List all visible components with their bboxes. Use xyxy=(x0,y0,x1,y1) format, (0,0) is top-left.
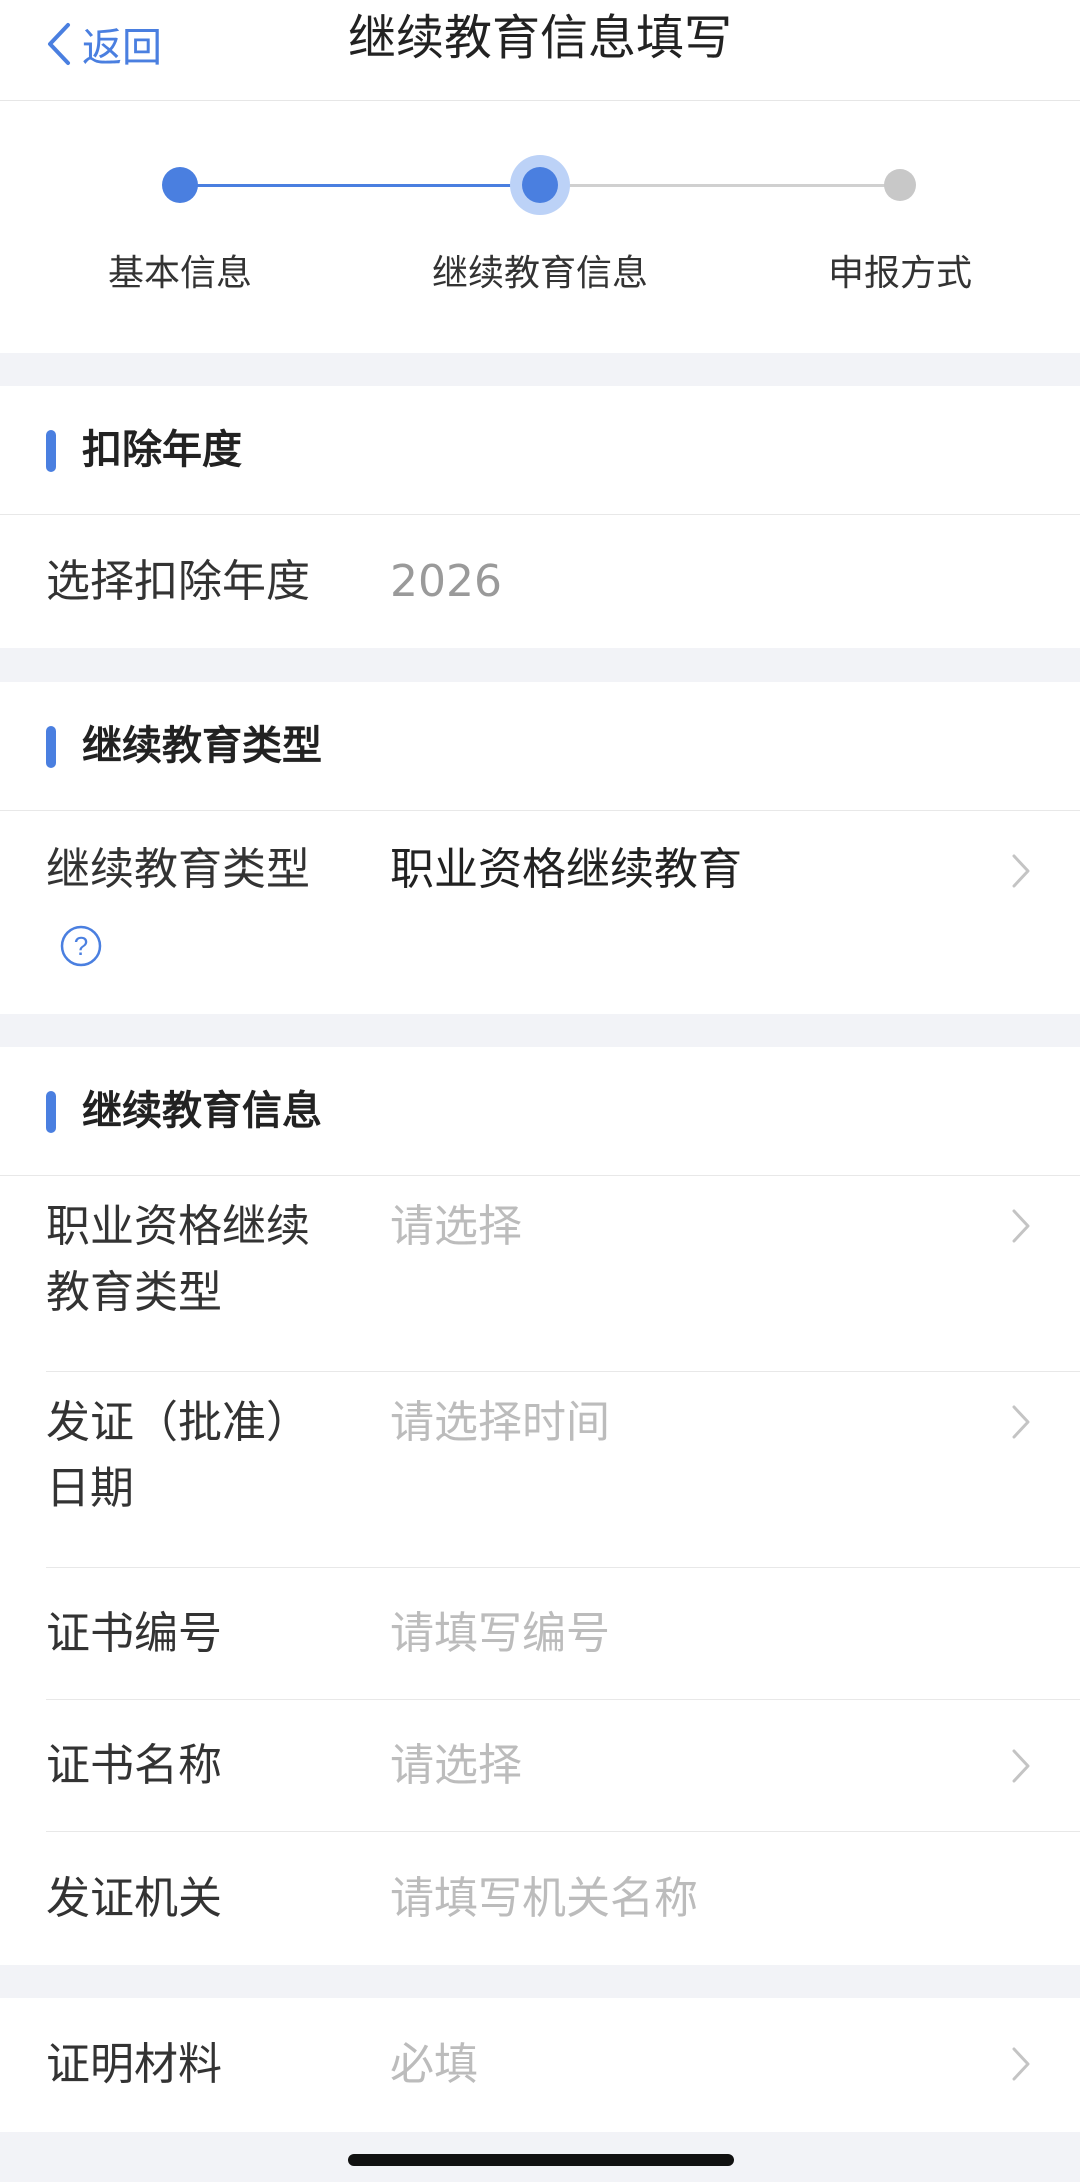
section-proof-materials: 证明材料 必填 xyxy=(0,1998,1080,2132)
education-type-value: 职业资格继续教育 xyxy=(390,844,742,895)
education-type-row[interactable]: 继续教育类型 ? 职业资格继续教育 xyxy=(0,811,1080,1014)
section-header: 继续教育类型 xyxy=(0,682,1080,811)
section-title: 继续教育信息 xyxy=(82,1088,322,1134)
step-dot-1 xyxy=(162,167,198,203)
step-label-2: 继续教育信息 xyxy=(431,253,648,294)
section-title: 继续教育类型 xyxy=(82,723,322,769)
certificate-number-label: 证书编号 xyxy=(46,1608,222,1659)
qualification-type-row[interactable]: 职业资格继续 教育类型 请选择 xyxy=(0,1176,1080,1372)
issuing-authority-label: 发证机关 xyxy=(46,1873,222,1924)
home-indicator[interactable] xyxy=(348,2154,734,2166)
certificate-name-placeholder: 请选择 xyxy=(390,1740,522,1791)
certificate-name-row[interactable]: 证书名称 请选择 xyxy=(0,1700,1080,1832)
chevron-right-icon xyxy=(1012,2047,1030,2081)
step-label-3: 申报方式 xyxy=(827,253,972,294)
step-dot-3 xyxy=(884,169,916,201)
certificate-number-row[interactable]: 证书编号 请填写编号 xyxy=(0,1568,1080,1700)
proof-materials-placeholder: 必填 xyxy=(390,2039,478,2090)
svg-text:?: ? xyxy=(74,931,88,961)
step-line-todo xyxy=(540,184,900,187)
qualification-type-placeholder: 请选择 xyxy=(390,1201,522,1252)
help-icon[interactable]: ? xyxy=(60,925,102,967)
chevron-right-icon xyxy=(1012,1209,1030,1243)
section-header: 继续教育信息 xyxy=(0,1047,1080,1176)
proof-materials-label: 证明材料 xyxy=(46,2039,222,2090)
progress-stepper: 基本信息 继续教育信息 申报方式 xyxy=(0,101,1080,353)
education-type-label: 继续教育类型 xyxy=(46,844,310,895)
step-line-done xyxy=(180,184,540,187)
nav-bar: 返回 继续教育信息填写 xyxy=(0,0,1080,101)
section-education-info: 继续教育信息 职业资格继续 教育类型 请选择 发证（批准） 日期 请选择时间 证… xyxy=(0,1047,1080,1965)
certificate-number-input[interactable]: 请填写编号 xyxy=(390,1601,610,1667)
deduction-year-label: 选择扣除年度 xyxy=(46,556,310,607)
section-accent-bar xyxy=(46,1091,56,1133)
deduction-year-value: 2026 xyxy=(390,556,502,607)
section-accent-bar xyxy=(46,430,56,472)
section-title: 扣除年度 xyxy=(82,427,242,473)
issuing-authority-input[interactable]: 请填写机关名称 xyxy=(390,1866,698,1932)
issue-date-placeholder: 请选择时间 xyxy=(390,1397,610,1448)
section-education-type: 继续教育类型 继续教育类型 ? 职业资格继续教育 xyxy=(0,682,1080,1014)
section-deduction-year: 扣除年度 选择扣除年度 2026 xyxy=(0,386,1080,648)
certificate-name-label: 证书名称 xyxy=(46,1740,222,1791)
proof-materials-row[interactable]: 证明材料 必填 xyxy=(0,1998,1080,2132)
issue-date-label-line2: 日期 xyxy=(46,1463,134,1514)
step-label-1: 基本信息 xyxy=(107,253,252,294)
deduction-year-row[interactable]: 选择扣除年度 2026 xyxy=(0,515,1080,648)
chevron-right-icon xyxy=(1012,854,1030,888)
issue-date-row[interactable]: 发证（批准） 日期 请选择时间 xyxy=(0,1372,1080,1568)
qualification-type-label-line1: 职业资格继续 xyxy=(46,1201,310,1252)
chevron-right-icon xyxy=(1012,1749,1030,1783)
issuing-authority-row[interactable]: 发证机关 请填写机关名称 xyxy=(0,1832,1080,1965)
page-title: 继续教育信息填写 xyxy=(347,10,732,66)
section-accent-bar xyxy=(46,726,56,768)
section-header: 扣除年度 xyxy=(0,386,1080,515)
step-dot-2 xyxy=(522,167,558,203)
chevron-right-icon xyxy=(1012,1405,1030,1439)
issue-date-label-line1: 发证（批准） xyxy=(46,1397,310,1448)
qualification-type-label-line2: 教育类型 xyxy=(46,1267,222,1318)
